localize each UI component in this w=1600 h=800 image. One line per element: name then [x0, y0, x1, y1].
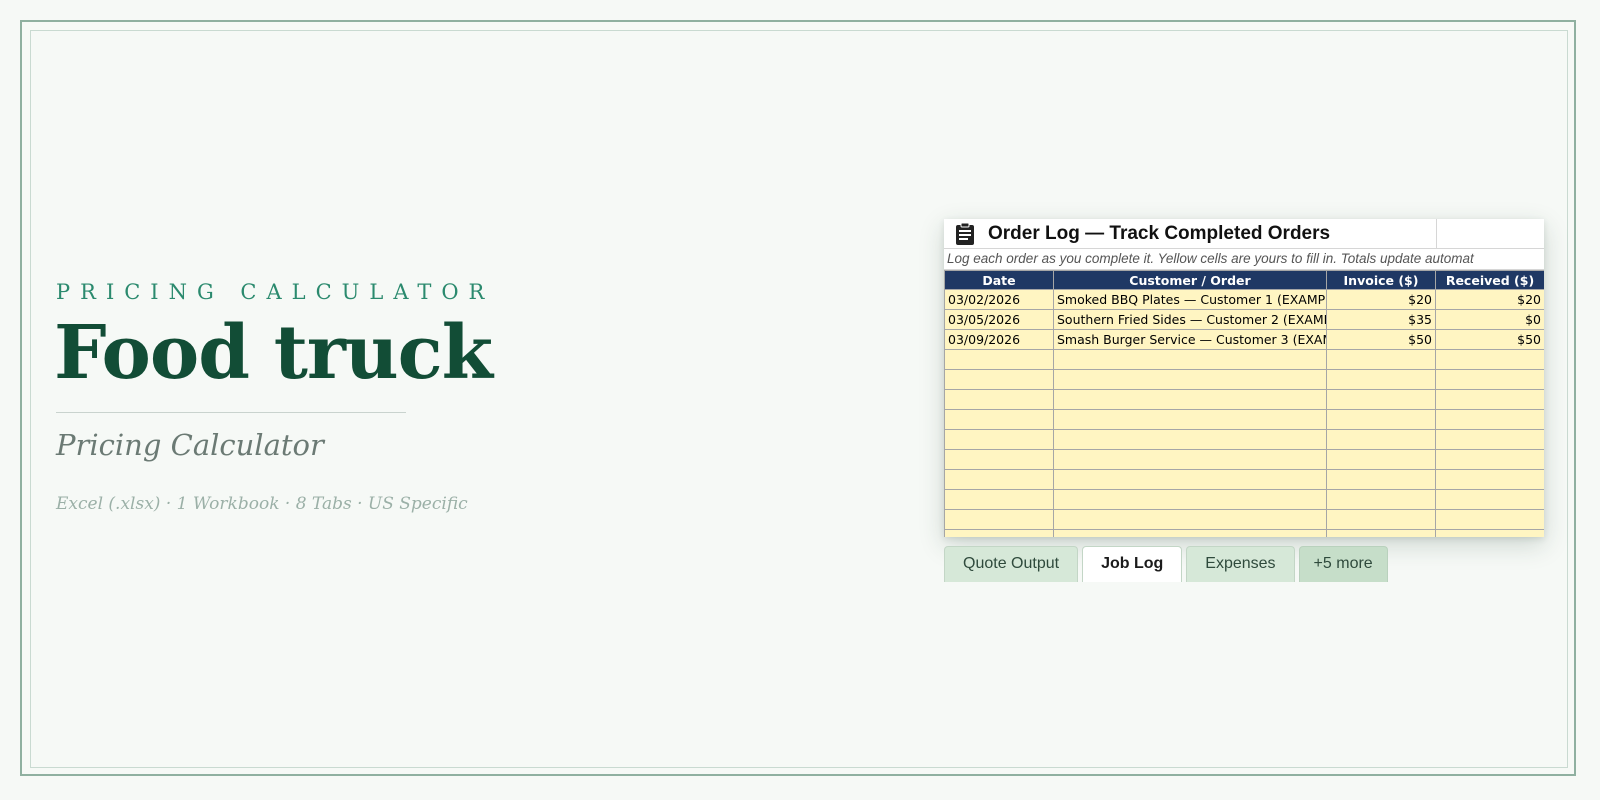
cell-date[interactable] — [944, 429, 1054, 450]
cell-received[interactable] — [1435, 389, 1544, 410]
cell-invoice[interactable] — [1326, 389, 1436, 410]
cell-divider — [1436, 219, 1437, 248]
cell-date[interactable]: 03/05/2026 — [944, 309, 1054, 330]
cell-invoice[interactable]: $20 — [1326, 289, 1436, 310]
cell-date[interactable] — [944, 349, 1054, 370]
hero-divider — [56, 412, 406, 413]
cell-date[interactable] — [944, 449, 1054, 470]
cell-invoice[interactable] — [1326, 449, 1436, 470]
cell-received[interactable] — [1435, 429, 1544, 450]
table-row — [944, 349, 1544, 370]
cell-date[interactable] — [944, 409, 1054, 430]
cell-date[interactable]: 03/09/2026 — [944, 329, 1054, 350]
order-log-table: Date Customer / Order Invoice ($) Receiv… — [944, 270, 1544, 537]
sheet-tab-bar: Quote Output Job Log Expenses +5 more — [944, 546, 1388, 582]
cell-customer-order[interactable] — [1053, 429, 1327, 450]
table-row — [944, 449, 1544, 470]
column-header-received[interactable]: Received ($) — [1435, 270, 1544, 290]
table-row — [944, 429, 1544, 450]
table-row — [944, 509, 1544, 530]
column-header-invoice[interactable]: Invoice ($) — [1326, 270, 1436, 290]
cell-date[interactable]: 03/02/2026 — [944, 289, 1054, 310]
cell-invoice[interactable] — [1326, 509, 1436, 530]
table-row — [944, 369, 1544, 390]
cell-customer-order[interactable] — [1053, 529, 1327, 537]
cell-invoice[interactable] — [1326, 489, 1436, 510]
tab-more[interactable]: +5 more — [1298, 546, 1388, 582]
cell-customer-order[interactable]: Smash Burger Service — Customer 3 (EXAM — [1053, 329, 1327, 350]
cell-invoice[interactable]: $50 — [1326, 329, 1436, 350]
sheet-instructions: Log each order as you complete it. Yello… — [944, 249, 1544, 270]
cell-customer-order[interactable] — [1053, 469, 1327, 490]
cell-customer-order[interactable] — [1053, 509, 1327, 530]
cell-customer-order[interactable] — [1053, 389, 1327, 410]
column-header-customer[interactable]: Customer / Order — [1053, 270, 1327, 290]
sheet-title: Order Log — Track Completed Orders — [988, 222, 1331, 244]
cell-received[interactable] — [1435, 349, 1544, 370]
cell-received[interactable] — [1435, 469, 1544, 490]
cell-received[interactable] — [1435, 369, 1544, 390]
cell-customer-order[interactable] — [1053, 369, 1327, 390]
cell-received[interactable] — [1435, 489, 1544, 510]
hero-kicker: PRICING CALCULATOR — [56, 280, 495, 304]
cell-date[interactable] — [944, 509, 1054, 530]
cell-invoice[interactable] — [1326, 409, 1436, 430]
cell-received[interactable] — [1435, 449, 1544, 470]
sheet-title-row: Order Log — Track Completed Orders — [944, 219, 1544, 249]
cell-date[interactable] — [944, 529, 1054, 537]
cell-received[interactable]: $0 — [1435, 309, 1544, 330]
tab-expenses[interactable]: Expenses — [1186, 546, 1295, 582]
cell-date[interactable] — [944, 389, 1054, 410]
cell-customer-order[interactable]: Southern Fried Sides — Customer 2 (EXAMP — [1053, 309, 1327, 330]
spreadsheet-preview: Order Log — Track Completed Orders Log e… — [944, 219, 1544, 537]
cell-invoice[interactable]: $35 — [1326, 309, 1436, 330]
tab-quote-output[interactable]: Quote Output — [944, 546, 1079, 582]
table-row: 03/02/2026 Smoked BBQ Plates — Customer 1… — [944, 289, 1544, 310]
cell-customer-order[interactable] — [1053, 349, 1327, 370]
cell-received[interactable]: $50 — [1435, 329, 1544, 350]
tab-job-log[interactable]: Job Log — [1082, 546, 1183, 582]
cell-customer-order[interactable] — [1053, 409, 1327, 430]
cell-customer-order[interactable] — [1053, 489, 1327, 510]
cell-invoice[interactable] — [1326, 529, 1436, 537]
cell-received[interactable] — [1435, 409, 1544, 430]
table-row — [944, 469, 1544, 490]
cell-received[interactable] — [1435, 509, 1544, 530]
cell-date[interactable] — [944, 489, 1054, 510]
hero-subtitle: Pricing Calculator — [56, 428, 324, 462]
table-row — [944, 389, 1544, 410]
cell-customer-order[interactable] — [1053, 449, 1327, 470]
cell-invoice[interactable] — [1326, 349, 1436, 370]
table-row — [944, 409, 1544, 430]
cell-received[interactable] — [1435, 529, 1544, 537]
hero-meta: Excel (.xlsx) · 1 Workbook · 8 Tabs · US… — [56, 494, 468, 514]
clipboard-icon — [956, 222, 974, 245]
table-row — [944, 529, 1544, 537]
table-row: 03/09/2026 Smash Burger Service — Custome… — [944, 329, 1544, 350]
table-row: 03/05/2026 Southern Fried Sides — Custome… — [944, 309, 1544, 330]
cell-invoice[interactable] — [1326, 429, 1436, 450]
table-header-row: Date Customer / Order Invoice ($) Receiv… — [944, 270, 1544, 290]
cell-received[interactable]: $20 — [1435, 289, 1544, 310]
cell-invoice[interactable] — [1326, 369, 1436, 390]
hero-title: Food truck — [54, 310, 493, 396]
cell-customer-order[interactable]: Smoked BBQ Plates — Customer 1 (EXAMPL — [1053, 289, 1327, 310]
table-row — [944, 489, 1544, 510]
cell-date[interactable] — [944, 469, 1054, 490]
cell-date[interactable] — [944, 369, 1054, 390]
column-header-date[interactable]: Date — [944, 270, 1054, 290]
cell-invoice[interactable] — [1326, 469, 1436, 490]
